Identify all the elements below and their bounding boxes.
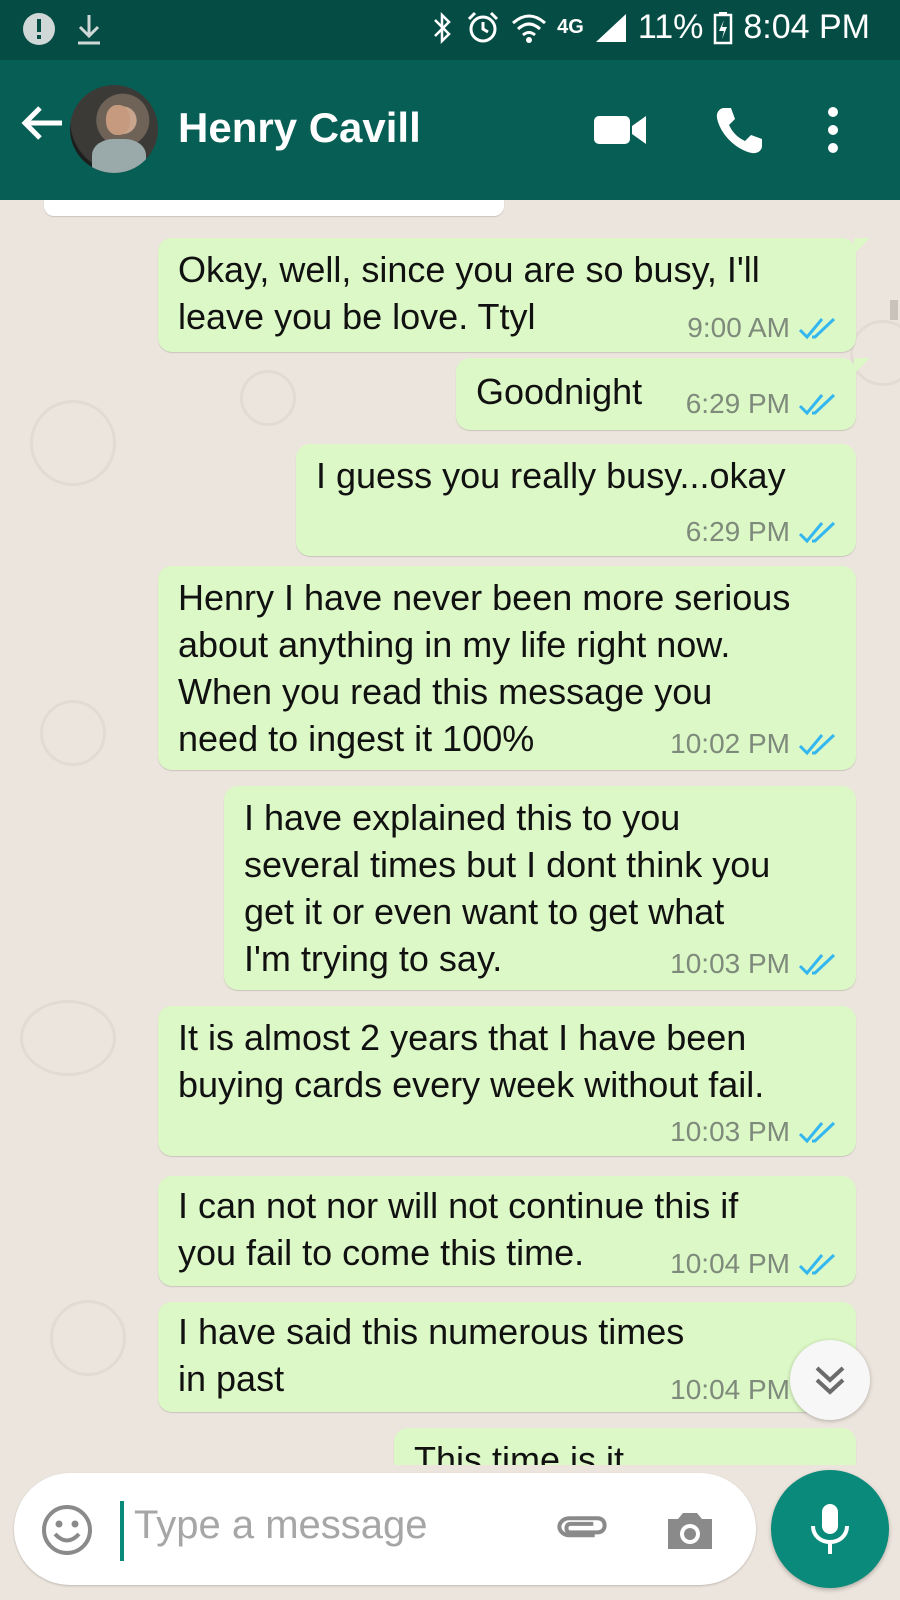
read-ticks-icon <box>798 953 836 976</box>
message-text: I guess you really busy...okay <box>316 455 786 496</box>
message-bubble[interactable]: I guess you really busy...okay 6:29 PM <box>296 444 856 556</box>
avatar[interactable] <box>70 85 158 173</box>
message-bubble[interactable]: I have explained this to you several tim… <box>224 786 856 990</box>
message-time: 10:03 PM <box>670 948 790 979</box>
bluetooth-icon <box>434 11 451 44</box>
message-text: I have said this numerous times in past <box>178 1311 685 1399</box>
read-ticks-icon <box>798 733 836 756</box>
battery-percent: 11% <box>637 8 704 46</box>
message-bubble[interactable]: This time is it <box>394 1428 856 1465</box>
message-bubble[interactable]: Goodnight 6:29 PM <box>456 358 870 430</box>
text-cursor <box>120 1501 124 1561</box>
previous-message-bubble <box>44 200 504 216</box>
double-chevron-down-icon <box>815 1366 845 1395</box>
back-arrow-icon[interactable] <box>18 98 68 148</box>
alert-icon <box>23 13 55 45</box>
download-icon <box>78 15 100 45</box>
message-bubble[interactable]: Okay, well, since you are so busy, I'll … <box>158 238 870 352</box>
message-input[interactable]: Type a message <box>134 1503 428 1548</box>
read-ticks-icon <box>798 1121 836 1144</box>
emoji-icon[interactable] <box>40 1503 94 1557</box>
read-ticks-icon <box>798 317 836 340</box>
message-input-bar: Type a message <box>14 1473 756 1585</box>
read-ticks-icon <box>798 1253 836 1276</box>
attach-icon[interactable] <box>554 1503 610 1559</box>
message-time: 9:00 AM <box>687 312 790 343</box>
signal-icon <box>595 13 626 42</box>
read-ticks-icon <box>798 521 836 544</box>
scroll-to-bottom-button[interactable] <box>790 1340 870 1420</box>
chat-header: Henry Cavill <box>0 60 900 200</box>
message-time: 6:29 PM <box>685 388 790 419</box>
network-type: 4G <box>557 16 584 38</box>
message-text: This time is it <box>414 1439 625 1465</box>
message-time: 10:02 PM <box>670 728 790 759</box>
message-time: 10:04 PM <box>670 1248 790 1279</box>
message-time: 6:29 PM <box>685 516 790 547</box>
message-text: Okay, well, since you are so busy, I'll … <box>178 249 760 337</box>
message-text: It is almost 2 years that I have been bu… <box>178 1017 765 1105</box>
more-options-icon[interactable] <box>818 102 848 158</box>
contact-name[interactable]: Henry Cavill <box>178 104 421 152</box>
phone-icon[interactable] <box>712 102 768 158</box>
message-bubble[interactable]: I can not nor will not continue this if … <box>158 1176 856 1286</box>
voice-message-button[interactable] <box>771 1470 889 1588</box>
scrollbar[interactable] <box>890 300 898 320</box>
camera-icon[interactable] <box>662 1503 718 1559</box>
message-text: I can not nor will not continue this if … <box>178 1185 739 1273</box>
video-call-icon[interactable] <box>592 102 648 158</box>
wifi-icon <box>512 14 547 43</box>
alarm-icon <box>468 11 499 42</box>
read-ticks-icon <box>798 393 836 416</box>
message-time: 10:03 PM <box>670 1116 790 1147</box>
message-time: 10:04 PM <box>670 1374 790 1405</box>
clock: 8:04 PM <box>743 8 870 46</box>
battery-icon <box>714 11 733 44</box>
message-text: Goodnight <box>476 371 643 412</box>
message-bubble[interactable]: I have said this numerous times in past … <box>158 1302 856 1412</box>
status-bar: 4G 11% 8:04 PM <box>0 0 900 60</box>
message-bubble[interactable]: Henry I have never been more serious abo… <box>158 566 856 770</box>
message-bubble[interactable]: It is almost 2 years that I have been bu… <box>158 1006 856 1156</box>
chat-area[interactable]: Okay, well, since you are so busy, I'll … <box>0 200 900 1465</box>
microphone-icon <box>811 1504 849 1554</box>
